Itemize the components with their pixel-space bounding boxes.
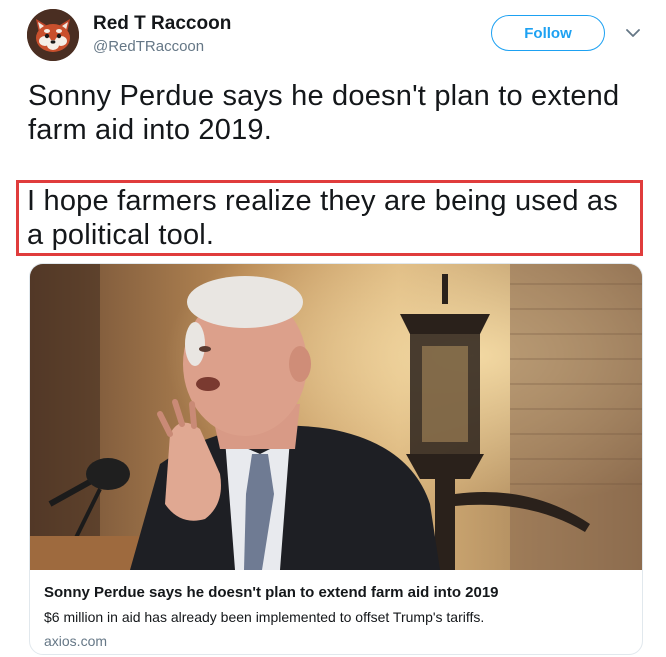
author-handle[interactable]: @RedTRaccoon: [93, 38, 204, 55]
red-panda-avatar-icon: [27, 9, 79, 61]
link-preview-card[interactable]: Sonny Perdue says he doesn't plan to ext…: [29, 263, 643, 655]
follow-button[interactable]: Follow: [491, 15, 605, 51]
avatar[interactable]: [27, 9, 79, 61]
card-title[interactable]: Sonny Perdue says he doesn't plan to ext…: [44, 584, 499, 601]
tweet-text: Sonny Perdue says he doesn't plan to ext…: [28, 80, 620, 146]
tweet-container: Red T Raccoon @RedTRaccoon Follow Sonny …: [0, 0, 666, 657]
tweet-highlighted-text: I hope farmers realize they are being us…: [27, 185, 618, 251]
card-image[interactable]: [30, 264, 642, 571]
speaker-photo: [30, 264, 642, 571]
card-domain[interactable]: axios.com: [44, 633, 107, 649]
author-name[interactable]: Red T Raccoon: [93, 13, 231, 35]
card-description: $6 million in aid has already been imple…: [44, 609, 485, 625]
chevron-down-icon[interactable]: [624, 24, 642, 42]
